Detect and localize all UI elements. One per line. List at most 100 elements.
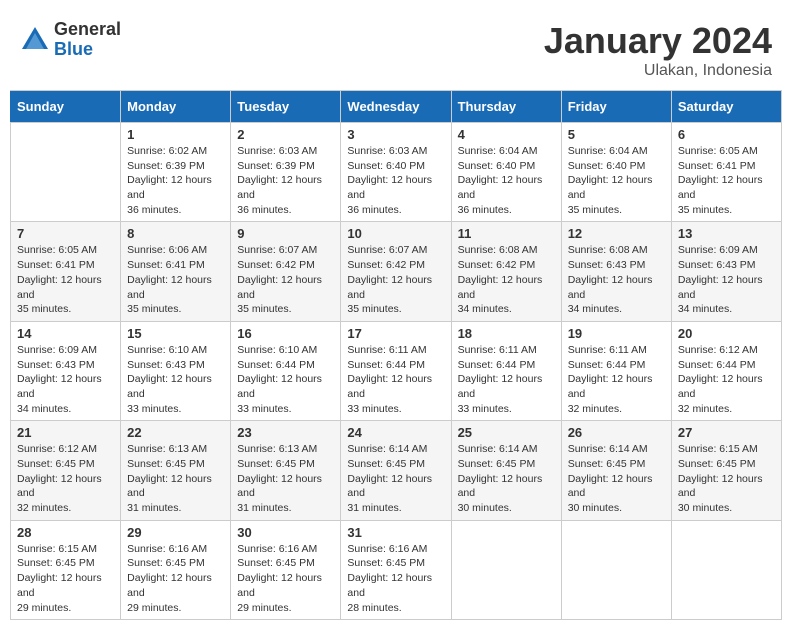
day-info: Sunrise: 6:12 AMSunset: 6:45 PMDaylight:… [17,442,114,515]
day-info: Sunrise: 6:10 AMSunset: 6:43 PMDaylight:… [127,343,224,416]
day-number: 1 [127,127,224,142]
day-number: 19 [568,326,665,341]
day-cell: 6 Sunrise: 6:05 AMSunset: 6:41 PMDaylight… [671,123,781,222]
day-number: 15 [127,326,224,341]
day-info: Sunrise: 6:16 AMSunset: 6:45 PMDaylight:… [347,542,444,615]
day-cell: 4 Sunrise: 6:04 AMSunset: 6:40 PMDaylight… [451,123,561,222]
day-info: Sunrise: 6:11 AMSunset: 6:44 PMDaylight:… [458,343,555,416]
day-info: Sunrise: 6:13 AMSunset: 6:45 PMDaylight:… [237,442,334,515]
day-info: Sunrise: 6:02 AMSunset: 6:39 PMDaylight:… [127,144,224,217]
day-cell: 30 Sunrise: 6:16 AMSunset: 6:45 PMDayligh… [231,520,341,619]
day-number: 8 [127,226,224,241]
day-info: Sunrise: 6:08 AMSunset: 6:43 PMDaylight:… [568,243,665,316]
column-header-friday: Friday [561,91,671,123]
day-number: 25 [458,425,555,440]
day-info: Sunrise: 6:14 AMSunset: 6:45 PMDaylight:… [568,442,665,515]
day-info: Sunrise: 6:16 AMSunset: 6:45 PMDaylight:… [237,542,334,615]
day-cell: 8 Sunrise: 6:06 AMSunset: 6:41 PMDaylight… [121,222,231,321]
day-number: 6 [678,127,775,142]
day-number: 4 [458,127,555,142]
day-info: Sunrise: 6:11 AMSunset: 6:44 PMDaylight:… [347,343,444,416]
day-number: 16 [237,326,334,341]
day-number: 5 [568,127,665,142]
day-cell: 20 Sunrise: 6:12 AMSunset: 6:44 PMDayligh… [671,321,781,420]
day-cell: 31 Sunrise: 6:16 AMSunset: 6:45 PMDayligh… [341,520,451,619]
day-info: Sunrise: 6:14 AMSunset: 6:45 PMDaylight:… [347,442,444,515]
day-info: Sunrise: 6:12 AMSunset: 6:44 PMDaylight:… [678,343,775,416]
logo-blue: Blue [54,40,121,60]
logo: General Blue [20,20,121,60]
day-number: 14 [17,326,114,341]
day-cell: 5Sunrise: 6:04 AMSunset: 6:40 PMDaylight… [561,123,671,222]
day-number: 11 [458,226,555,241]
day-cell: 27Sunrise: 6:15 AMSunset: 6:45 PMDayligh… [671,421,781,520]
day-cell: 11Sunrise: 6:08 AMSunset: 6:42 PMDayligh… [451,222,561,321]
day-cell: 17 Sunrise: 6:11 AMSunset: 6:44 PMDayligh… [341,321,451,420]
day-info: Sunrise: 6:07 AMSunset: 6:42 PMDaylight:… [237,243,334,316]
day-info: Sunrise: 6:10 AMSunset: 6:44 PMDaylight:… [237,343,334,416]
day-info: Sunrise: 6:13 AMSunset: 6:45 PMDaylight:… [127,442,224,515]
header-row: SundayMondayTuesdayWednesdayThursdayFrid… [11,91,782,123]
column-header-sunday: Sunday [11,91,121,123]
day-cell: 7 Sunrise: 6:05 AMSunset: 6:41 PMDaylight… [11,222,121,321]
day-cell: 25 Sunrise: 6:14 AMSunset: 6:45 PMDayligh… [451,421,561,520]
day-cell: 26Sunrise: 6:14 AMSunset: 6:45 PMDayligh… [561,421,671,520]
day-number: 22 [127,425,224,440]
day-number: 31 [347,525,444,540]
day-number: 30 [237,525,334,540]
calendar-table: SundayMondayTuesdayWednesdayThursdayFrid… [10,90,782,620]
day-info: Sunrise: 6:05 AMSunset: 6:41 PMDaylight:… [17,243,114,316]
day-info: Sunrise: 6:03 AMSunset: 6:40 PMDaylight:… [347,144,444,217]
day-number: 10 [347,226,444,241]
column-header-saturday: Saturday [671,91,781,123]
day-number: 12 [568,226,665,241]
day-cell: 1 Sunrise: 6:02 AMSunset: 6:39 PMDaylight… [121,123,231,222]
day-info: Sunrise: 6:15 AMSunset: 6:45 PMDaylight:… [17,542,114,615]
day-number: 17 [347,326,444,341]
day-cell: 2Sunrise: 6:03 AMSunset: 6:39 PMDaylight… [231,123,341,222]
day-cell: 19 Sunrise: 6:11 AMSunset: 6:44 PMDayligh… [561,321,671,420]
week-row-4: 21 Sunrise: 6:12 AMSunset: 6:45 PMDayligh… [11,421,782,520]
logo-text: General Blue [54,20,121,60]
logo-icon [20,25,50,55]
day-cell: 14Sunrise: 6:09 AMSunset: 6:43 PMDayligh… [11,321,121,420]
week-row-3: 14Sunrise: 6:09 AMSunset: 6:43 PMDayligh… [11,321,782,420]
day-cell [11,123,121,222]
day-number: 7 [17,226,114,241]
day-number: 18 [458,326,555,341]
day-number: 2 [237,127,334,142]
day-cell [451,520,561,619]
day-number: 28 [17,525,114,540]
title-section: January 2024 Ulakan, Indonesia [544,20,772,80]
day-cell: 24Sunrise: 6:14 AMSunset: 6:45 PMDayligh… [341,421,451,520]
day-cell: 23 Sunrise: 6:13 AMSunset: 6:45 PMDayligh… [231,421,341,520]
page-header: General Blue January 2024 Ulakan, Indone… [10,10,782,85]
week-row-5: 28 Sunrise: 6:15 AMSunset: 6:45 PMDayligh… [11,520,782,619]
day-number: 20 [678,326,775,341]
day-number: 13 [678,226,775,241]
day-cell: 21 Sunrise: 6:12 AMSunset: 6:45 PMDayligh… [11,421,121,520]
day-cell: 28 Sunrise: 6:15 AMSunset: 6:45 PMDayligh… [11,520,121,619]
day-info: Sunrise: 6:07 AMSunset: 6:42 PMDaylight:… [347,243,444,316]
day-cell: 16 Sunrise: 6:10 AMSunset: 6:44 PMDayligh… [231,321,341,420]
day-info: Sunrise: 6:11 AMSunset: 6:44 PMDaylight:… [568,343,665,416]
day-cell: 22 Sunrise: 6:13 AMSunset: 6:45 PMDayligh… [121,421,231,520]
week-row-1: 1 Sunrise: 6:02 AMSunset: 6:39 PMDaylight… [11,123,782,222]
day-info: Sunrise: 6:14 AMSunset: 6:45 PMDaylight:… [458,442,555,515]
month-title: January 2024 [544,20,772,62]
day-cell: 3 Sunrise: 6:03 AMSunset: 6:40 PMDaylight… [341,123,451,222]
day-cell: 10 Sunrise: 6:07 AMSunset: 6:42 PMDayligh… [341,222,451,321]
day-info: Sunrise: 6:09 AMSunset: 6:43 PMDaylight:… [678,243,775,316]
day-info: Sunrise: 6:04 AMSunset: 6:40 PMDaylight:… [458,144,555,217]
day-info: Sunrise: 6:06 AMSunset: 6:41 PMDaylight:… [127,243,224,316]
logo-general: General [54,20,121,40]
day-number: 3 [347,127,444,142]
column-header-tuesday: Tuesday [231,91,341,123]
week-row-2: 7 Sunrise: 6:05 AMSunset: 6:41 PMDaylight… [11,222,782,321]
day-info: Sunrise: 6:05 AMSunset: 6:41 PMDaylight:… [678,144,775,217]
day-number: 9 [237,226,334,241]
day-number: 29 [127,525,224,540]
day-number: 23 [237,425,334,440]
day-number: 21 [17,425,114,440]
day-cell: 12 Sunrise: 6:08 AMSunset: 6:43 PMDayligh… [561,222,671,321]
